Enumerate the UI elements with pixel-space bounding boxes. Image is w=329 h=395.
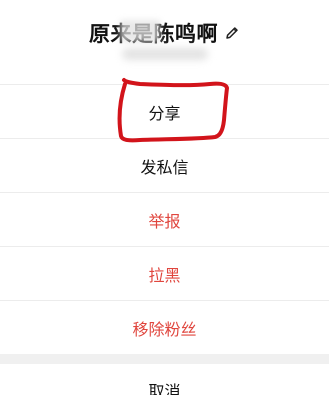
- report-button[interactable]: 举报: [0, 192, 329, 246]
- cancel-button[interactable]: 取消: [0, 364, 329, 395]
- section-separator: [0, 354, 329, 364]
- action-sheet-screen: 原来是陈鸣啊 分享 发私信 举报 拉黑 移除粉丝 取消: [0, 0, 329, 395]
- send-message-label: 发私信: [140, 157, 189, 177]
- remove-follower-label: 移除粉丝: [132, 319, 197, 339]
- remove-follower-button[interactable]: 移除粉丝: [0, 300, 329, 354]
- block-button[interactable]: 拉黑: [0, 246, 329, 300]
- action-menu: 分享 发私信 举报 拉黑 移除粉丝: [0, 84, 329, 354]
- send-message-button[interactable]: 发私信: [0, 138, 329, 192]
- share-label: 分享: [148, 103, 181, 123]
- blurred-redaction: [120, 20, 160, 42]
- report-label: 举报: [148, 211, 181, 231]
- blurred-subtitle: [122, 48, 208, 60]
- cancel-label: 取消: [148, 382, 181, 395]
- title-row: 原来是陈鸣啊: [0, 16, 329, 50]
- pencil-icon[interactable]: [224, 25, 240, 41]
- block-label: 拉黑: [148, 265, 181, 285]
- share-button[interactable]: 分享: [0, 84, 329, 138]
- profile-header: 原来是陈鸣啊: [0, 0, 329, 84]
